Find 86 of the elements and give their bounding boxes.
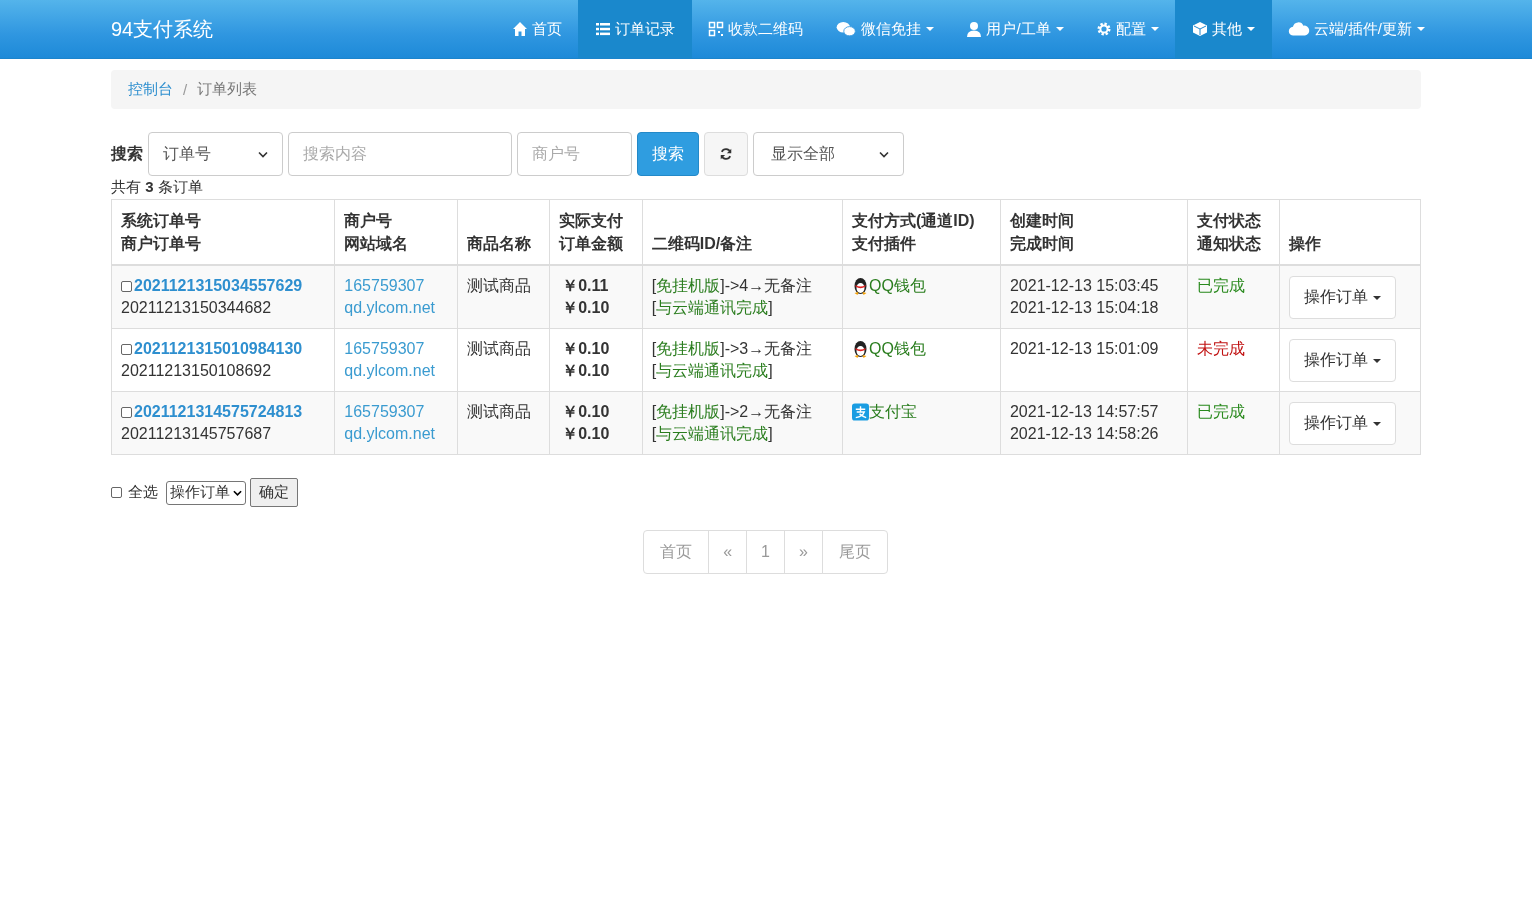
- paid-amount: ￥0.10: [562, 402, 611, 422]
- qrcode-icon: [708, 21, 725, 37]
- order-amount: ￥0.10: [562, 424, 611, 444]
- row-checkbox[interactable]: [121, 406, 132, 418]
- order-count: 共有 3 条订单: [111, 178, 204, 197]
- qr-note: [与云端通讯完成]: [651, 298, 774, 318]
- merchant-order-number: 20211213150344682: [121, 298, 273, 318]
- finished-time: 2021-12-13 14:58:26: [1009, 424, 1160, 444]
- nav-item[interactable]: 收款二维码: [692, 0, 820, 58]
- cloud-icon: [1287, 21, 1310, 37]
- paid-amount: ￥0.11: [562, 276, 610, 296]
- qr-note: [免挂机版]->2→无备注: [651, 402, 814, 422]
- site-domain[interactable]: qd.ylcom.net: [344, 297, 448, 319]
- order-link[interactable]: 2021121315010984130: [134, 338, 303, 360]
- refresh-button[interactable]: [704, 132, 748, 176]
- search-field[interactable]: 搜索内容: [288, 132, 512, 176]
- product-name: 测试商品: [466, 276, 532, 296]
- nav-item[interactable]: 其他: [1174, 0, 1272, 58]
- breadcrumb-separator: /: [183, 81, 188, 98]
- order-action-button[interactable]: 操作订单: [1289, 339, 1397, 382]
- nav-item[interactable]: 微信免挂: [819, 0, 951, 58]
- payment-method: QQ钱包: [868, 339, 926, 359]
- field-select[interactable]: 订单号: [148, 132, 283, 176]
- refresh-icon: [719, 147, 733, 161]
- home-icon: [512, 21, 529, 37]
- search-button[interactable]: 搜索: [637, 132, 699, 176]
- created-time: 2021-12-13 14:57:57: [1009, 402, 1160, 422]
- finished-time: 2021-12-13 15:04:18: [1009, 298, 1160, 318]
- row-checkbox[interactable]: [121, 280, 132, 292]
- order-action-button[interactable]: 操作订单: [1289, 276, 1397, 319]
- pagination-link[interactable]: «: [708, 530, 748, 574]
- merchant-order-number: 20211213145757687: [121, 424, 273, 444]
- order-link[interactable]: 2021121315034557629: [134, 275, 303, 297]
- payment-status: 未完成: [1196, 339, 1246, 359]
- product-name: 测试商品: [466, 402, 532, 422]
- site-domain[interactable]: qd.ylcom.net: [344, 360, 448, 382]
- chat-bubbles-icon: [835, 21, 858, 37]
- order-amount: ￥0.10: [562, 361, 611, 381]
- merchant-id[interactable]: 165759307: [344, 338, 448, 360]
- pagination-link[interactable]: 尾页: [821, 530, 888, 574]
- nav-item[interactable]: 配置: [1079, 0, 1175, 58]
- select-all-checkbox[interactable]: [111, 487, 122, 498]
- order-link[interactable]: 2021121314575724813: [134, 401, 303, 423]
- merchant-field[interactable]: 商户号: [517, 132, 632, 176]
- row-checkbox[interactable]: [121, 343, 132, 355]
- merchant-id[interactable]: 165759307: [344, 275, 448, 297]
- created-time: 2021-12-13 15:01:09: [1009, 339, 1160, 359]
- cube-icon: [1191, 21, 1208, 37]
- qr-note: [与云端通讯完成]: [651, 424, 774, 444]
- qr-note: [免挂机版]->3→无备注: [651, 339, 814, 359]
- select-all-label: 全选: [128, 483, 158, 502]
- paid-amount: ￥0.10: [562, 339, 611, 359]
- breadcrumb-current: 订单列表: [197, 80, 258, 99]
- settings-icon: [1095, 21, 1112, 37]
- filter-select[interactable]: 显示全部: [753, 132, 904, 176]
- nav-item[interactable]: 用户/工单: [950, 0, 1080, 58]
- pagination-link[interactable]: 1: [746, 530, 785, 574]
- alipay-icon: [851, 403, 869, 421]
- list-icon: [595, 21, 612, 37]
- brand-title[interactable]: 94支付系统: [101, 15, 214, 43]
- nav-item[interactable]: 云端/插件/更新: [1271, 0, 1441, 58]
- order-action-button[interactable]: 操作订单: [1289, 402, 1397, 445]
- breadcrumb-link[interactable]: 控制台: [128, 80, 173, 99]
- merchant-id[interactable]: 165759307: [344, 401, 448, 423]
- product-name: 测试商品: [466, 339, 532, 359]
- chevron-down-icon: [233, 489, 242, 496]
- merchant-order-number: 20211213150108692: [121, 361, 273, 381]
- site-domain[interactable]: qd.ylcom.net: [344, 423, 448, 445]
- qr-note: [免挂机版]->4→无备注: [651, 276, 814, 296]
- payment-status: 已完成: [1196, 276, 1246, 296]
- action-select[interactable]: 操作订单: [166, 480, 246, 505]
- search-label: 搜索: [111, 143, 143, 164]
- confirm-button[interactable]: 确定: [250, 478, 298, 507]
- chevron-down-icon: [879, 150, 889, 158]
- nav-item[interactable]: 订单记录: [578, 0, 693, 58]
- payment-status: 已完成: [1196, 402, 1246, 422]
- payment-method: 支付宝: [868, 402, 917, 422]
- pagination-link[interactable]: »: [783, 530, 823, 574]
- qr-note: [与云端通讯完成]: [651, 361, 774, 381]
- payment-method: QQ钱包: [868, 276, 926, 296]
- pagination-link[interactable]: 首页: [643, 530, 710, 574]
- chevron-down-icon: [258, 150, 268, 158]
- order-amount: ￥0.10: [562, 298, 611, 318]
- created-time: 2021-12-13 15:03:45: [1009, 276, 1160, 296]
- user-icon: [966, 21, 983, 37]
- nav-item[interactable]: 首页: [496, 0, 579, 58]
